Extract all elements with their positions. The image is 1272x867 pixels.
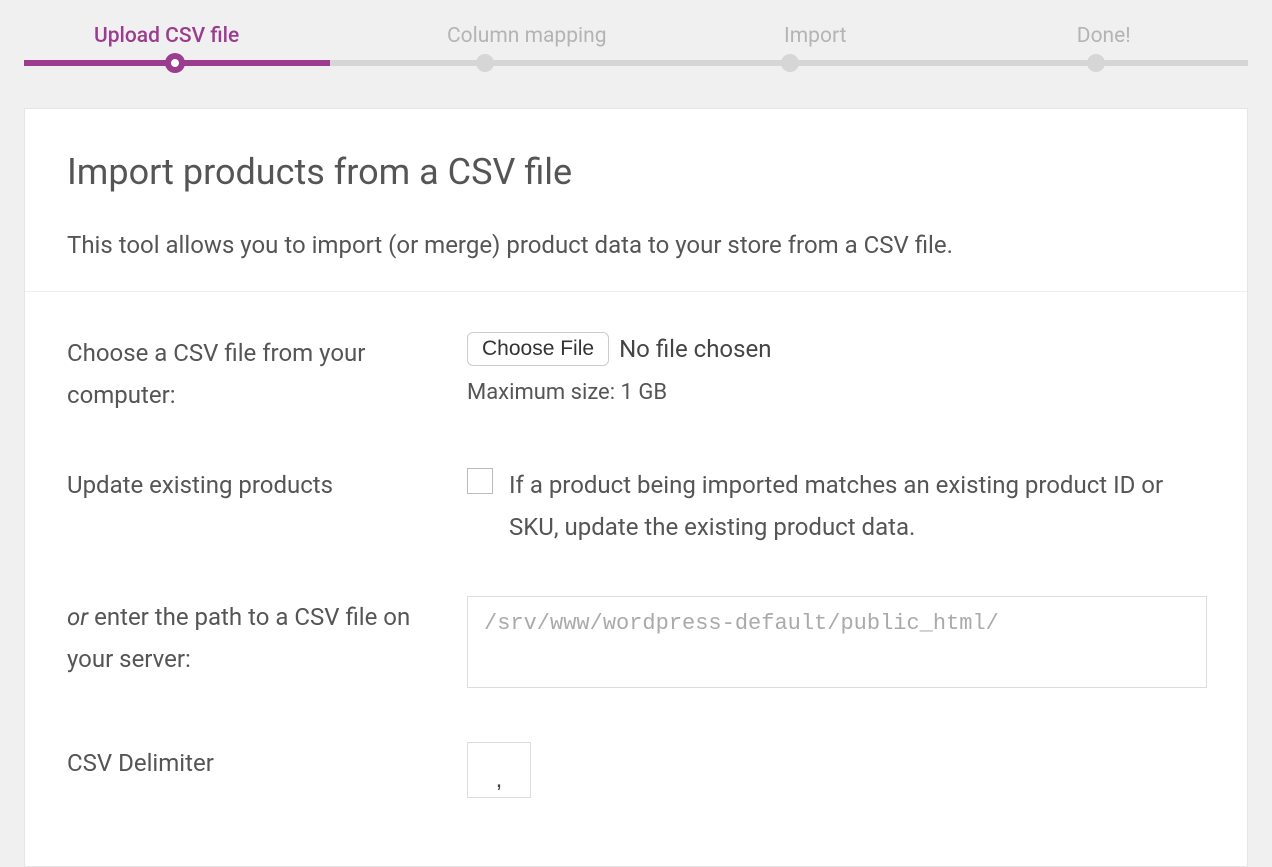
step-dot-import: [781, 54, 799, 72]
label-server-path-prefix: or: [67, 603, 88, 631]
file-status: No file chosen: [619, 335, 771, 363]
label-update-existing: Update existing products: [67, 464, 467, 506]
delimiter-input[interactable]: [467, 742, 531, 798]
row-update-existing: Update existing products If a product be…: [67, 464, 1205, 548]
import-card: Import products from a CSV file This too…: [24, 108, 1248, 867]
form-body: Choose a CSV file from your computer: Ch…: [25, 292, 1247, 866]
card-header: Import products from a CSV file This too…: [25, 109, 1247, 292]
control-server-path: [467, 596, 1207, 694]
file-size-hint: Maximum size: 1 GB: [467, 380, 1205, 405]
step-upload: Upload CSV file: [24, 24, 383, 48]
step-import: Import: [671, 24, 960, 48]
page-description: This tool allows you to import (or merge…: [67, 229, 1205, 263]
step-done: Done!: [960, 24, 1249, 48]
control-delimiter: [467, 742, 1205, 798]
step-dot-upload: [165, 53, 185, 73]
choose-file-button[interactable]: Choose File: [467, 332, 609, 366]
label-delimiter: CSV Delimiter: [67, 742, 467, 784]
step-mapping: Column mapping: [383, 24, 672, 48]
label-choose-file: Choose a CSV file from your computer:: [67, 332, 467, 416]
row-choose-file: Choose a CSV file from your computer: Ch…: [67, 332, 1205, 416]
control-choose-file: Choose File No file chosen Maximum size:…: [467, 332, 1205, 405]
progress-track: [24, 60, 1248, 66]
step-dot-mapping: [476, 54, 494, 72]
label-server-path-rest: enter the path to a CSV file on your ser…: [67, 603, 410, 673]
update-existing-description: If a product being imported matches an e…: [509, 464, 1205, 548]
label-server-path: or enter the path to a CSV file on your …: [67, 596, 467, 680]
control-update-existing: If a product being imported matches an e…: [467, 464, 1205, 548]
row-server-path: or enter the path to a CSV file on your …: [67, 596, 1205, 694]
update-existing-checkbox[interactable]: [467, 468, 493, 494]
server-path-input[interactable]: [467, 596, 1207, 688]
page-title: Import products from a CSV file: [67, 151, 1205, 193]
step-dot-done: [1087, 54, 1105, 72]
progress-stepper: Upload CSV file Column mapping Import Do…: [0, 0, 1272, 108]
row-delimiter: CSV Delimiter: [67, 742, 1205, 798]
